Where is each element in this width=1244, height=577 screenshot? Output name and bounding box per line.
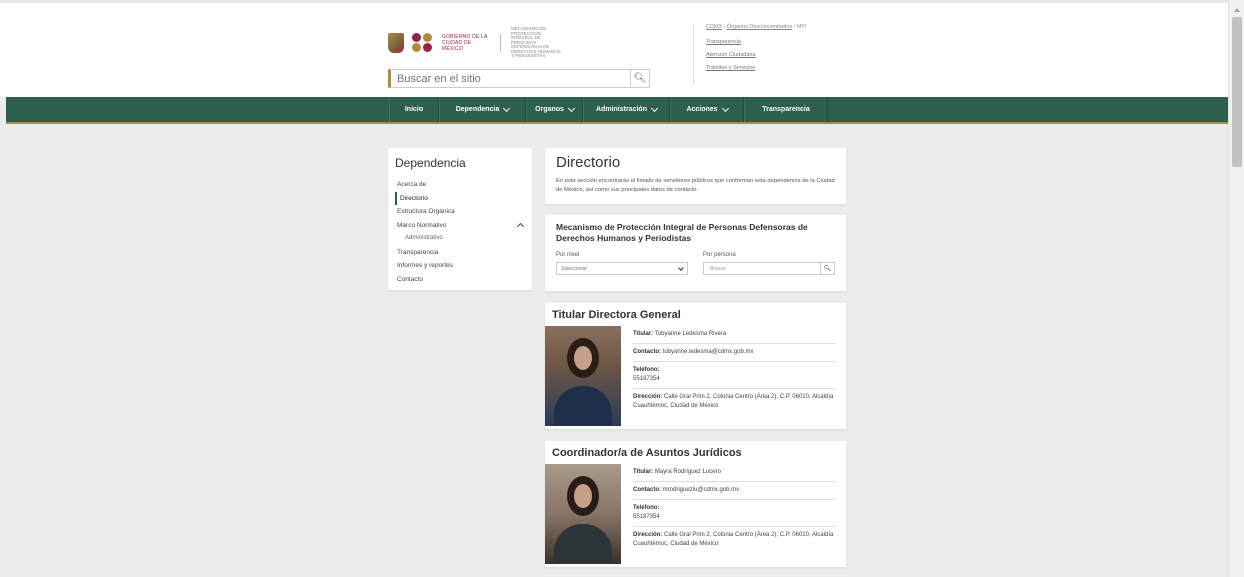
direccion-row: Dirección: Calle Gral Prim 2, Colonia Ce… [633, 389, 836, 415]
sidebar-item-estructura[interactable]: Estructura Orgánica [395, 205, 525, 219]
breadcrumb: CDMX / Órganos Desconcentrados / MPI [706, 24, 843, 30]
nav-label: Administración [596, 106, 647, 113]
contacto-label: Contacto: [633, 487, 661, 493]
search-button[interactable]: 🔍︎ [630, 70, 649, 87]
chevron-down-icon [503, 104, 511, 112]
contacto-value[interactable]: tobyanne.ledesma@cdmx.gob.mx [663, 349, 754, 355]
contacto-row: Contacto: mrodriguezlu@cdmx.gob.mx [633, 482, 836, 500]
level-select-value: Seleccionar [561, 265, 588, 272]
sidebar-item-acerca[interactable]: Acerca de [395, 178, 525, 192]
nav-label: Transparencia [762, 106, 810, 113]
nav-acciones[interactable]: Acciones [670, 97, 744, 122]
chevron-down-icon [721, 104, 729, 112]
telefono-label: Teléfono: [633, 505, 660, 511]
person-photo [545, 464, 621, 564]
direccion-label: Dirección: [633, 394, 663, 400]
logo-divider [500, 34, 501, 52]
level-filter-label: Por nivel [556, 252, 580, 258]
direccion-value: Calle Gral Prim 2, Colonia Centro (Área … [633, 394, 834, 409]
site-search-input[interactable] [391, 70, 630, 87]
sidebar-item-informes[interactable]: Informes y reportes [395, 259, 525, 273]
site-logo[interactable]: GOBIERNO DE LA CIUDAD DE MÉXICO MECANISM… [388, 26, 563, 58]
direccion-label: Dirección: [633, 532, 663, 538]
sidebar-item-transparencia[interactable]: Transparencia [395, 246, 525, 260]
scrollbar-thumb[interactable] [1232, 17, 1242, 167]
gov-logo-text: GOBIERNO DE LA CIUDAD DE MÉXICO [442, 34, 488, 52]
sidebar-item-marco-normativo[interactable]: Marco Normativo [395, 219, 525, 233]
contacto-label: Contacto: [633, 349, 661, 355]
direccion-row: Dirección: Calle Gral Prim 2, Colonia Ce… [633, 527, 836, 553]
titular-value: Mayra Rodríguez Lucero [654, 469, 721, 475]
titular-label: Titular: [633, 469, 654, 475]
chevron-down-icon [678, 264, 684, 271]
chevron-down-icon [650, 104, 659, 112]
quick-link-tramites[interactable]: Trámites y Servicios [706, 65, 843, 71]
sidebar-item-label: Marco Normativo [397, 221, 447, 229]
nav-inicio[interactable]: Inicio [389, 97, 439, 122]
contacto-value[interactable]: mrodriguezlu@cdmx.gob.mx [663, 487, 739, 493]
filter-card: Mecanismo de Protección Integral de Pers… [545, 215, 846, 291]
sidebar-item-contacto[interactable]: Contacto [395, 273, 525, 287]
site-header: GOBIERNO DE LA CIUDAD DE MÉXICO MECANISM… [0, 0, 1228, 97]
person-search-input[interactable]: Buscar [704, 266, 820, 272]
breadcrumb-organos[interactable]: Órganos Desconcentrados [727, 24, 792, 30]
search-icon: 🔍︎ [823, 266, 832, 272]
breadcrumb-cdmx[interactable]: CDMX [706, 24, 722, 30]
nav-label: Organos [535, 106, 564, 113]
sidebar-item-directorio[interactable]: Directorio [395, 191, 525, 205]
person-position: Coordinador/a de Asuntos Jurídicos [552, 447, 742, 459]
sidebar-title: Dependencia [395, 156, 466, 170]
org-logo-text: MECANISMO DE PROTECCIÓN INTEGRAL DE PERS… [511, 25, 561, 59]
telefono-value: 55187354 [633, 514, 660, 520]
filter-title: Mecanismo de Protección Integral de Pers… [556, 222, 808, 243]
nav-administracion[interactable]: Administración [583, 97, 670, 122]
scroll-up-arrow-icon[interactable] [1234, 8, 1240, 12]
page-scrollbar[interactable] [1228, 0, 1244, 577]
titular-label: Titular: [633, 331, 654, 337]
level-select[interactable]: Seleccionar [556, 262, 688, 275]
directorio-description: En esta sección encontrarás el listado d… [556, 178, 835, 193]
page-title: Directorio [556, 154, 621, 171]
titular-row: Titular: Mayra Rodríguez Lucero [633, 464, 836, 482]
person-search: Buscar 🔍︎ [703, 262, 835, 275]
directorio-card: Directorio En esta sección encontrarás e… [545, 148, 846, 204]
nav-transparencia[interactable]: Transparencia [744, 97, 828, 122]
chevron-up-icon[interactable] [516, 222, 525, 230]
person-card: Titular Directora General Titular: Tobya… [545, 303, 846, 429]
quick-link-transparencia[interactable]: Transparencia [706, 39, 843, 45]
telefono-row: Teléfono: 55187354 [633, 500, 836, 527]
person-photo [545, 326, 621, 426]
direccion-value: Calle Gral Prim 2, Colonia Centro (Área … [633, 532, 834, 547]
telefono-value: 55187354 [633, 376, 660, 382]
nav-organos[interactable]: Organos [526, 97, 583, 122]
telefono-label: Teléfono: [633, 367, 660, 373]
person-position: Titular Directora General [552, 309, 681, 321]
top-links: CDMX / Órganos Desconcentrados / MPI Tra… [693, 24, 843, 84]
nav-label: Acciones [686, 106, 718, 113]
chevron-down-icon [567, 104, 575, 112]
sidebar: Dependencia Acerca de Directorio Estruct… [388, 148, 532, 290]
cdmx-flower-icon [412, 33, 434, 53]
person-filter-label: Por persona [703, 252, 736, 258]
site-search: 🔍︎ [388, 69, 650, 88]
person-card: Coordinador/a de Asuntos Jurídicos Titul… [545, 441, 846, 567]
search-icon: 🔍︎ [633, 73, 647, 84]
titular-value: Tobyanne Ledesma Rivera [654, 331, 727, 337]
nav-dependencia[interactable]: Dependencia [439, 97, 526, 122]
contacto-row: Contacto: tobyanne.ledesma@cdmx.gob.mx [633, 344, 836, 362]
breadcrumb-current: MPI [796, 24, 807, 30]
main-nav: Inicio Dependencia Organos Administració… [6, 97, 1228, 124]
nav-label: Dependencia [455, 106, 500, 113]
person-search-button[interactable]: 🔍︎ [820, 263, 834, 274]
quick-link-atencion[interactable]: Atención Ciudadana [706, 52, 843, 58]
telefono-row: Teléfono: 55187354 [633, 362, 836, 389]
coat-of-arms-icon [388, 33, 404, 53]
nav-label: Inicio [404, 106, 424, 113]
titular-row: Titular: Tobyanne Ledesma Rivera [633, 326, 836, 344]
sidebar-item-administrativo[interactable]: Administrativo [395, 232, 525, 246]
